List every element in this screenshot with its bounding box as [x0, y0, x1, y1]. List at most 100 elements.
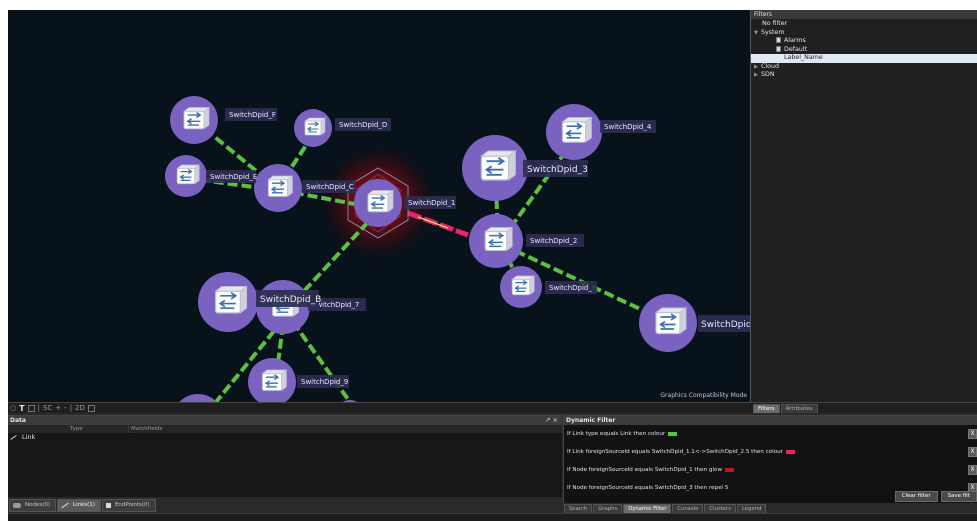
colour-swatch — [725, 468, 735, 472]
label-switchdpid-c: SwitchDpid_C — [306, 183, 354, 191]
data-panel-title: Data — [10, 417, 26, 424]
table-row[interactable]: Link — [8, 433, 562, 442]
node-icon — [13, 502, 21, 508]
graphics-compat-mode-label: Graphics Compatibility Mode — [660, 392, 747, 399]
node-switchdpid-9[interactable] — [248, 358, 296, 402]
filter-rule[interactable]: If Link foreignSourceId equals SwitchDpi… — [564, 443, 977, 461]
sc-button[interactable]: SC — [43, 404, 52, 412]
label-switchdpid-d: SwitchDpid_D — [339, 121, 387, 129]
node-switchdpid-c[interactable] — [254, 164, 302, 212]
remove-rule-button[interactable]: X — [968, 429, 977, 439]
filter-item-sdn[interactable]: ▶ SDN — [751, 71, 977, 80]
label-switchdpid-f: SwitchDpid_F — [229, 111, 276, 119]
graph-canvas[interactable]: SwitchDpid_F SwitchDpid_D SwitchDpid_E S… — [8, 10, 750, 402]
data-table-header: Type Matchfields — [8, 425, 562, 433]
node-switchdpid-2[interactable] — [469, 214, 523, 268]
data-tabs: Nodes(0) Links(1) EndPoints(0) — [8, 497, 562, 513]
tab-nodes[interactable]: Nodes(0) — [9, 498, 57, 512]
separator: | — [69, 404, 73, 412]
tab-filters[interactable]: Filters — [753, 404, 780, 413]
remove-rule-button[interactable]: X — [968, 447, 977, 457]
filter-item-system[interactable]: ▼ System — [751, 29, 977, 38]
tab-console[interactable]: Console — [672, 504, 704, 513]
filter-item-label: SDN — [761, 71, 775, 78]
graph-svg[interactable]: SwitchDpid_F SwitchDpid_D SwitchDpid_E S… — [8, 10, 750, 402]
link-7-10[interactable] — [291, 320, 352, 402]
tab-clusters[interactable]: Clusters — [704, 504, 736, 513]
view-2d-button[interactable]: 2D — [75, 404, 85, 412]
node-switchdpid-5[interactable] — [639, 294, 697, 352]
filter-rule[interactable]: If Link type equals Link then colour X — [564, 425, 977, 443]
node-switchdpid-b[interactable] — [198, 272, 258, 332]
nodes-layer — [165, 96, 697, 402]
rule-text: If Node foreignSourceId equals SwitchDpi… — [567, 467, 723, 473]
save-filter-button[interactable]: Save filt — [940, 491, 977, 502]
collapsed-arrow-icon[interactable]: ▶ — [754, 71, 761, 80]
collapsed-arrow-icon[interactable]: ▶ — [754, 63, 761, 72]
row-type-value: Link — [22, 433, 36, 441]
node-switchdpid-1[interactable] — [354, 179, 402, 227]
node-switchdpid-e[interactable] — [165, 155, 207, 197]
label-switchdpid-1: SwitchDpid_1 — [408, 199, 455, 207]
filter-item-label: Cloud — [761, 62, 779, 70]
node-switchdpid-d[interactable] — [294, 109, 332, 147]
panel-controls: ↗ × — [545, 416, 558, 425]
zoom-out-button[interactable]: - — [64, 404, 67, 412]
status-bar — [8, 513, 977, 521]
filter-item-no-filter[interactable]: No filter — [751, 20, 977, 29]
filter-item-cloud[interactable]: ▶ Cloud — [751, 63, 977, 72]
tab-label: EndPoints(0) — [114, 501, 150, 508]
grid-view-icon[interactable] — [87, 404, 95, 412]
tab-label: Links(1) — [73, 501, 95, 508]
tab-search[interactable]: Search — [564, 504, 593, 513]
tab-graphs[interactable]: Graphs — [593, 504, 623, 513]
dynamic-filter-actions: Clear filter Save filt — [894, 491, 977, 502]
column-header-matchfields[interactable]: Matchfields — [128, 425, 198, 433]
node-switchdpid-f[interactable] — [170, 96, 218, 144]
colour-swatch — [668, 432, 678, 436]
graph-toolbar: ○ T | SC + - | 2D — [8, 402, 750, 413]
node-switchdpid-4[interactable] — [546, 104, 602, 160]
frame-tool-icon[interactable] — [27, 404, 35, 412]
zoom-in-button[interactable]: + — [55, 404, 61, 412]
tab-dynamic-filter[interactable]: Dynamic Filter — [623, 504, 672, 513]
label-switchdpid-3: SwitchDpid_3 — [527, 165, 588, 175]
label-switchdpid-4: SwitchDpid_4 — [604, 123, 652, 131]
filter-item-alarms[interactable]: Alarms — [751, 37, 977, 46]
filter-item-label: Label_Name — [784, 54, 823, 61]
column-header-blank[interactable] — [8, 425, 68, 433]
data-panel-header: Data ↗ × — [8, 416, 562, 425]
filter-item-label: System — [761, 28, 785, 36]
tab-attributes[interactable]: Attributes — [780, 404, 818, 413]
clear-filter-button[interactable]: Clear filter — [894, 491, 938, 502]
filter-item-label: Default — [784, 45, 808, 53]
document-icon — [776, 45, 781, 52]
tools-tabs: Search Graphs Dynamic Filter Console Clu… — [563, 503, 977, 513]
label-switchdpid-e: SwitchDpid_E — [210, 173, 257, 181]
tab-legend[interactable]: Legend — [736, 504, 767, 513]
filter-rule[interactable]: If Node foreignSourceId equals SwitchDpi… — [564, 461, 977, 479]
tab-endpoints[interactable]: EndPoints(0) — [101, 498, 156, 512]
text-tool-button[interactable]: T — [19, 404, 24, 413]
label-switchdpid-b: SwitchDpid_B — [260, 295, 321, 305]
expanded-arrow-icon[interactable]: ▼ — [754, 29, 761, 38]
filter-item-label-name[interactable]: Label_Name — [751, 54, 977, 63]
remove-rule-button[interactable]: X — [968, 465, 977, 475]
label-switchdpid-5: SwitchDpid_5 — [701, 320, 750, 330]
column-header-type[interactable]: Type — [68, 425, 128, 433]
node-switchdpid-6[interactable] — [500, 266, 542, 308]
label-switchdpid-2: SwitchDpid_2 — [530, 237, 577, 245]
tab-links[interactable]: Links(1) — [57, 498, 101, 512]
filters-tabs: Filters Attributes — [750, 402, 977, 413]
link-icon — [61, 502, 69, 508]
node-switchdpid-3[interactable] — [462, 135, 528, 201]
label-switchdpid-6: SwitchDpid_ — [549, 284, 592, 292]
filter-item-default[interactable]: Default — [751, 45, 977, 55]
rule-text: If Link foreignSourceId equals SwitchDpi… — [567, 449, 783, 455]
filter-item-label: Alarms — [784, 37, 806, 44]
close-icon[interactable]: × — [553, 416, 558, 424]
pin-icon[interactable]: ↗ — [545, 416, 550, 424]
filters-panel: Filters No filter ▼ System Alarms Default… — [750, 10, 977, 402]
endpoint-icon — [105, 502, 111, 508]
pointer-tool-icon[interactable]: ○ — [10, 404, 16, 412]
